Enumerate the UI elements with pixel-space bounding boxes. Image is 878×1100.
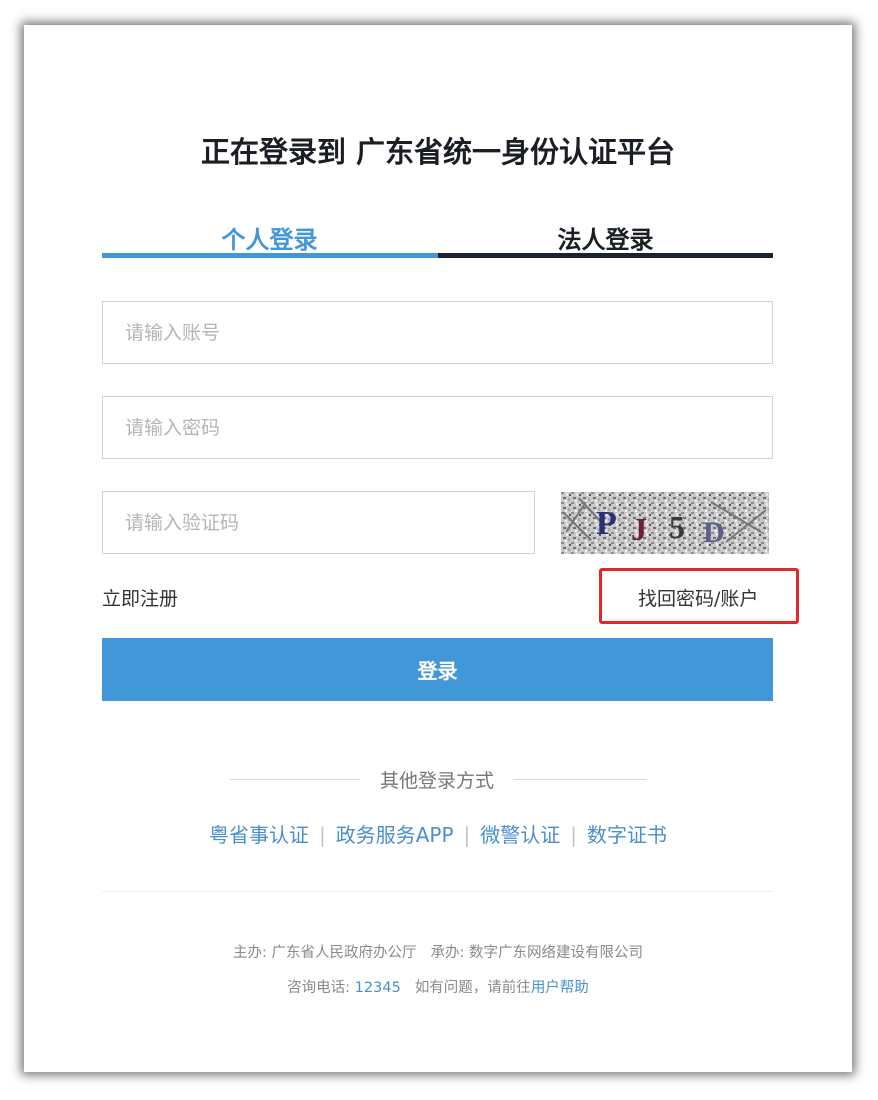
login-method-police[interactable]: 微警认证 [480, 823, 560, 847]
other-login-methods: 粤省事认证 | 政务服务APP | 微警认证 | 数字证书 [24, 819, 852, 848]
help-prefix: 如有问题，请前往 [414, 980, 531, 996]
login-window: 正在登录到 广东省统一身份认证平台 个人登录 法人登录 P [24, 25, 852, 1072]
highlight-annotation [599, 568, 799, 624]
separator: | [570, 823, 578, 847]
hotline-number[interactable]: 12345 [355, 980, 401, 996]
captcha-char-4: D [703, 516, 725, 549]
undertaker-name: 数字广东网络建设有限公司 [469, 945, 643, 961]
sponsor-label: 主办: [233, 945, 267, 961]
page-title: 正在登录到 广东省统一身份认证平台 [200, 135, 676, 169]
footer-divider [102, 891, 773, 892]
sponsor-name: 广东省人民政府办公厅 [271, 945, 417, 961]
divider-left [230, 779, 360, 780]
captcha-image[interactable]: P J 5 D [561, 492, 769, 554]
user-help-link[interactable]: 用户帮助 [531, 980, 589, 996]
other-login-title: 其他登录方式 [379, 770, 494, 792]
captcha-char-3: 5 [669, 509, 685, 545]
footer-contact-row: 咨询电话: 12345 如有问题，请前往用户帮助 [24, 976, 852, 997]
undertaker-label: 承办: [430, 945, 465, 961]
login-method-yueshengshi[interactable]: 粤省事认证 [209, 823, 309, 847]
tab-corporate-underline [438, 253, 773, 258]
login-button[interactable]: 登录 [102, 638, 773, 701]
hotline-label: 咨询电话: [287, 980, 351, 996]
register-link[interactable]: 立即注册 [102, 584, 178, 611]
account-input[interactable] [102, 301, 773, 364]
captcha-input[interactable] [102, 491, 535, 554]
password-input[interactable] [102, 396, 773, 459]
captcha-char-1: P [596, 505, 617, 542]
separator: | [318, 823, 326, 847]
divider-right [514, 779, 646, 780]
captcha-char-2: J [631, 511, 647, 547]
tab-personal-underline [102, 253, 438, 258]
separator: | [463, 823, 471, 847]
footer-sponsor-row: 主办: 广东省人民政府办公厅 承办: 数字广东网络建设有限公司 [24, 941, 852, 962]
login-method-certificate[interactable]: 数字证书 [587, 823, 667, 847]
login-method-gov-app[interactable]: 政务服务APP [336, 823, 454, 847]
